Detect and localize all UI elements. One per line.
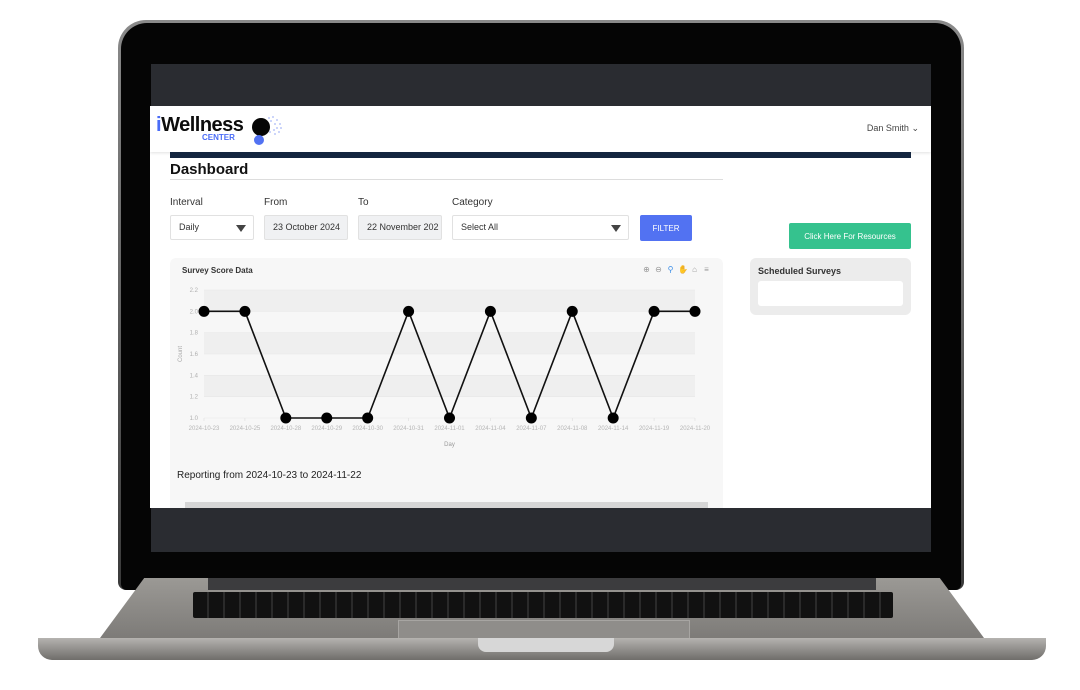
x-tick-label: 2024-11-14: [598, 426, 629, 432]
app-window: iWellness CENTER Dan Smith ⌄ Dashboard I…: [150, 106, 931, 508]
x-tick-label: 2024-11-01: [434, 426, 465, 432]
logo-mark-icon: [252, 116, 282, 145]
grid-band: [204, 332, 695, 354]
header-accent-bar: [170, 152, 911, 158]
data-point: [484, 305, 496, 317]
top-bar: iWellness CENTER Dan Smith ⌄: [150, 106, 931, 152]
data-point: [321, 412, 333, 424]
data-point: [566, 305, 578, 317]
x-tick-label: 2024-10-29: [311, 426, 342, 432]
category-value: Select All: [461, 222, 499, 232]
series-line: [204, 309, 695, 421]
category-select[interactable]: Select All: [452, 215, 629, 240]
zoom-in-icon[interactable]: ⊕: [642, 265, 651, 274]
keyboard: [193, 592, 893, 618]
data-point: [607, 412, 619, 424]
x-tick-label: 2024-10-28: [270, 426, 301, 432]
chart-toolbar: ⊕ ⊖ ⚲ ✋ ⌂ ≡: [642, 265, 711, 274]
interval-select[interactable]: Daily: [170, 215, 254, 240]
y-tick-label: 1.0: [190, 416, 199, 422]
laptop-base: [38, 578, 1046, 660]
x-axis-label: Day: [444, 442, 455, 448]
from-date-input[interactable]: 23 October 2024: [264, 215, 348, 240]
zoom-select-icon[interactable]: ⚲: [666, 265, 675, 274]
data-point: [362, 412, 374, 424]
chevron-down-icon: ⌄: [911, 123, 919, 133]
line-chart: 1.0 1.2 1.4 1.6 1.8 2.0 2.2 2024-10-23 2024-10-2…: [178, 288, 711, 448]
logo-subtitle: CENTER: [202, 133, 235, 142]
to-date-input[interactable]: 22 November 202: [358, 215, 442, 240]
data-point: [198, 305, 210, 317]
x-tick-label: 2024-10-30: [352, 426, 383, 432]
data-point: [239, 305, 251, 317]
data-point: [280, 412, 292, 424]
x-tick-label: 2024-10-31: [393, 426, 424, 432]
data-point: [525, 412, 537, 424]
user-name: Dan Smith: [866, 123, 909, 133]
x-tick-label: 2024-11-19: [639, 426, 670, 432]
chart-title: Survey Score Data: [182, 266, 253, 275]
data-point: [444, 412, 455, 424]
menu-icon[interactable]: ≡: [702, 265, 711, 274]
scheduled-surveys-list: [758, 281, 903, 306]
dropdown-arrow-icon: [611, 225, 621, 232]
y-tick-label: 2.0: [190, 309, 199, 315]
survey-score-chart-card: Survey Score Data ⊕ ⊖ ⚲ ✋ ⌂ ≡ 1.0 1.2 1.4 1…: [170, 258, 723, 508]
y-tick-label: 1.2: [190, 395, 199, 401]
filter-button[interactable]: FILTER: [640, 215, 692, 241]
zoom-out-icon[interactable]: ⊖: [654, 265, 663, 274]
to-label: To: [358, 197, 369, 208]
title-divider: [170, 179, 723, 180]
category-label: Category: [452, 197, 493, 208]
x-tick-label: 2024-11-04: [475, 426, 506, 432]
y-tick-label: 1.8: [190, 331, 199, 337]
x-tick-label: 2024-11-07: [516, 426, 547, 432]
x-tick-label: 2024-11-20: [680, 426, 711, 432]
interval-value: Daily: [179, 222, 200, 232]
grid-band: [204, 375, 695, 397]
y-tick-label: 2.2: [190, 288, 199, 294]
home-icon[interactable]: ⌂: [690, 265, 699, 274]
x-tick-label: 2024-11-08: [557, 426, 588, 432]
data-point: [689, 305, 701, 317]
pan-icon[interactable]: ✋: [678, 265, 688, 274]
resources-button[interactable]: Click Here For Resources: [789, 223, 911, 249]
grid-band: [204, 290, 695, 312]
data-point: [403, 305, 415, 317]
user-menu[interactable]: Dan Smith ⌄: [867, 123, 919, 134]
dropdown-arrow-icon: [236, 225, 246, 232]
y-axis-label: Count: [178, 346, 184, 362]
from-label: From: [264, 197, 288, 208]
reporting-range: Reporting from 2024-10-23 to 2024-11-22: [177, 470, 362, 481]
x-tick-label: 2024-10-25: [230, 426, 261, 432]
scheduled-surveys-title: Scheduled Surveys: [758, 266, 842, 276]
y-tick-label: 1.6: [190, 352, 199, 358]
x-tick-label: 2024-10-23: [189, 426, 220, 432]
interval-label: Interval: [170, 197, 203, 208]
data-point: [648, 305, 660, 317]
scheduled-surveys-panel: Scheduled Surveys: [750, 258, 911, 315]
page-title: Dashboard: [170, 161, 249, 178]
report-table-header: [185, 502, 708, 508]
y-tick-label: 1.4: [190, 373, 199, 379]
